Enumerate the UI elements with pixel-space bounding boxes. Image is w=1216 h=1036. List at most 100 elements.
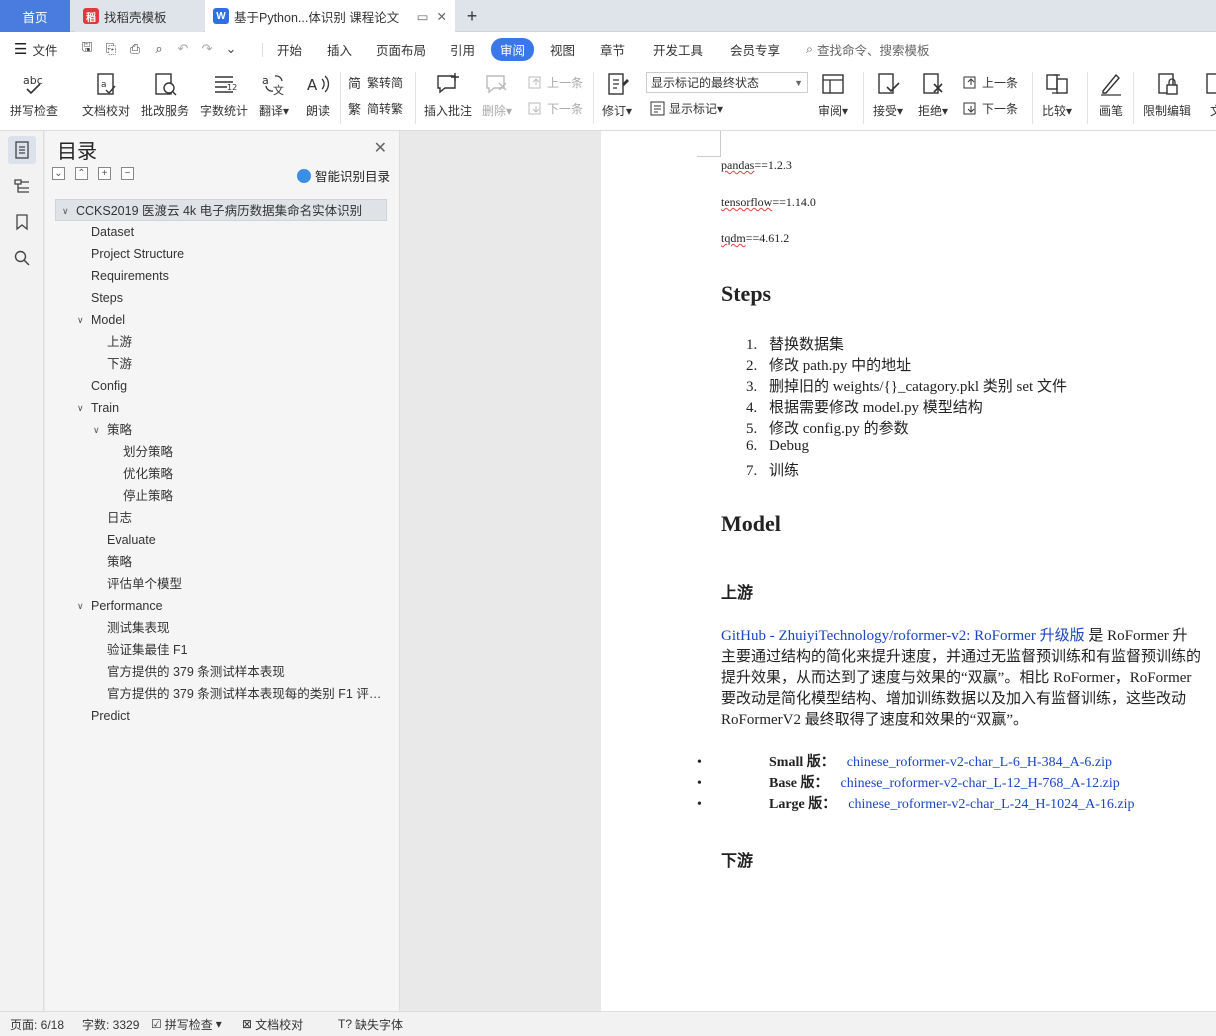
delete-comment-button[interactable]: 删除▾ bbox=[482, 70, 512, 119]
status-spell-check[interactable]: ☑ 拼写检查 ▾ bbox=[151, 1016, 222, 1033]
tab-home[interactable]: 首页 bbox=[0, 0, 70, 32]
menu-reference[interactable]: 引用 bbox=[450, 40, 475, 59]
revise-button[interactable]: 修订▾ bbox=[602, 70, 632, 119]
redo-icon[interactable]: ↷ bbox=[198, 40, 216, 58]
doc-check-button[interactable]: a 文档校对 bbox=[82, 70, 130, 119]
toc-item[interactable]: 上游 bbox=[55, 331, 387, 353]
toc-toggle-icon[interactable]: ∨ bbox=[77, 595, 84, 617]
toc-item[interactable]: 验证集最佳 F1 bbox=[55, 639, 387, 661]
doc-more-button[interactable]: 文 bbox=[1202, 70, 1216, 119]
bookmark-button[interactable] bbox=[8, 208, 36, 236]
review-service-button[interactable]: 批改服务 bbox=[141, 70, 189, 119]
close-tab-icon[interactable]: ✕ bbox=[437, 9, 447, 24]
new-tab-button[interactable]: + bbox=[460, 4, 484, 28]
word-count-button[interactable]: 12 字数统计 bbox=[200, 70, 248, 119]
menu-view[interactable]: 视图 bbox=[550, 40, 575, 59]
read-aloud-button[interactable]: A 朗读 bbox=[304, 70, 332, 119]
toc-item[interactable]: Dataset bbox=[55, 221, 387, 243]
collapse-all-icon[interactable]: − bbox=[121, 167, 134, 180]
toc-item[interactable]: 测试集表现 bbox=[55, 617, 387, 639]
trad-to-simp-button[interactable]: 简 繁转简 bbox=[348, 74, 403, 91]
chapter-nav-button[interactable] bbox=[8, 172, 36, 200]
save-icon[interactable]: 🖫 bbox=[78, 39, 96, 58]
toc-item[interactable]: ∨ 策略 bbox=[55, 419, 387, 441]
status-doc-check[interactable]: ⊠ 文档校对 bbox=[242, 1016, 303, 1033]
close-icon[interactable]: ✕ bbox=[374, 138, 387, 158]
toc-item[interactable]: 官方提供的 379 条测试样本表现 bbox=[55, 661, 387, 683]
insert-comment-button[interactable]: 插入批注 bbox=[424, 70, 472, 119]
toc-item[interactable]: 停止策略 bbox=[55, 485, 387, 507]
menu-developer[interactable]: 开发工具 bbox=[653, 40, 703, 59]
document-page[interactable]: pandas==1.2.3 tensorflow==1.14.0 tqdm==4… bbox=[601, 131, 1216, 1011]
page-indicator[interactable]: 页面: 6/18 bbox=[10, 1016, 64, 1033]
version-download-link[interactable]: chinese_roformer-v2-char_L-24_H-1024_A-1… bbox=[848, 797, 1134, 812]
toc-item[interactable]: Predict bbox=[55, 705, 387, 727]
export-pdf-icon[interactable]: ⎘ bbox=[102, 40, 120, 58]
file-menu[interactable]: ☰ 文件 bbox=[14, 40, 57, 59]
customize-chevron-icon[interactable]: ⌄ bbox=[222, 40, 240, 58]
word-count-indicator[interactable]: 字数: 3329 bbox=[82, 1016, 139, 1033]
menu-layout[interactable]: 页面布局 bbox=[376, 40, 426, 59]
pin-icon[interactable]: ▭ bbox=[417, 9, 429, 24]
menu-review[interactable]: 审阅 bbox=[491, 37, 535, 61]
find-button[interactable] bbox=[8, 244, 36, 272]
chevron-down-icon: ▾ bbox=[215, 1017, 222, 1031]
toc-item[interactable]: Requirements bbox=[55, 265, 387, 287]
smart-toc-button[interactable]: 智能识别目录 bbox=[296, 166, 390, 185]
prev-change-button[interactable]: 上一条 bbox=[963, 74, 1018, 91]
toc-item[interactable]: 划分策略 bbox=[55, 441, 387, 463]
undo-icon[interactable]: ↶ bbox=[174, 40, 192, 58]
menu-chapter[interactable]: 章节 bbox=[600, 40, 625, 59]
print-icon[interactable]: ⎙ bbox=[126, 40, 144, 58]
restrict-edit-button[interactable]: 限制编辑 bbox=[1143, 70, 1191, 119]
translate-button[interactable]: a文 翻译▾ bbox=[259, 70, 289, 119]
status-missing-font[interactable]: T? 缺失字体 bbox=[338, 1016, 403, 1033]
review-pane-button[interactable]: 审阅▾ bbox=[818, 70, 848, 119]
compare-button[interactable]: 比较▾ bbox=[1042, 70, 1072, 119]
simp-to-trad-button[interactable]: 繁 简转繁 bbox=[348, 100, 403, 117]
toc-item[interactable]: 策略 bbox=[55, 551, 387, 573]
toc-toggle-icon[interactable]: ∨ bbox=[77, 309, 84, 331]
accept-button[interactable]: 接受▾ bbox=[873, 70, 903, 119]
toc-item[interactable]: 下游 bbox=[55, 353, 387, 375]
toc-item[interactable]: Config bbox=[55, 375, 387, 397]
toc-item[interactable]: 日志 bbox=[55, 507, 387, 529]
menu-member[interactable]: 会员专享 bbox=[730, 40, 780, 59]
markup-state-select[interactable]: 显示标记的最终状态 ▼ bbox=[646, 72, 808, 93]
expand-all-icon[interactable]: + bbox=[98, 167, 111, 180]
toc-item[interactable]: 优化策略 bbox=[55, 463, 387, 485]
tab-template[interactable]: 稻 找稻壳模板 bbox=[75, 0, 203, 32]
prev-comment-button[interactable]: 上一条 bbox=[528, 74, 583, 91]
toc-item[interactable]: 官方提供的 379 条测试样本表现每的类别 F1 评… bbox=[55, 683, 387, 705]
command-search[interactable]: ⌕ 查找命令、搜索模板 bbox=[806, 40, 930, 59]
toc-item[interactable]: ∨ Performance bbox=[55, 595, 387, 617]
spell-check-button[interactable]: abc 拼写检查 bbox=[10, 70, 58, 119]
expand-level-icon[interactable]: ⌃ bbox=[75, 167, 88, 180]
toc-item[interactable]: ∨ CCKS2019 医渡云 4k 电子病历数据集命名实体识别 bbox=[55, 199, 387, 221]
version-download-link[interactable]: chinese_roformer-v2-char_L-12_H-768_A-12… bbox=[841, 776, 1120, 791]
version-download-link[interactable]: chinese_roformer-v2-char_L-6_H-384_A-6.z… bbox=[847, 755, 1112, 770]
toc-item[interactable]: 评估单个模型 bbox=[55, 573, 387, 595]
toc-toggle-icon[interactable]: ∨ bbox=[77, 397, 84, 419]
reject-button[interactable]: 拒绝▾ bbox=[918, 70, 948, 119]
toc-item[interactable]: ∨ Model bbox=[55, 309, 387, 331]
trad-to-simp-label: 繁转简 bbox=[367, 76, 404, 90]
toc-item[interactable]: ∨ Train bbox=[55, 397, 387, 419]
toc-item[interactable]: Project Structure bbox=[55, 243, 387, 265]
next-change-button[interactable]: 下一条 bbox=[963, 100, 1018, 117]
next-comment-button[interactable]: 下一条 bbox=[528, 100, 583, 117]
next-change-icon bbox=[963, 102, 976, 114]
roformer-github-link[interactable]: GitHub - ZhuiyiTechnology/roformer-v2: R… bbox=[721, 628, 1085, 644]
toc-toggle-icon[interactable]: ∨ bbox=[62, 200, 69, 220]
print-preview-icon[interactable]: ⌕ bbox=[150, 40, 168, 58]
toc-toggle-icon[interactable]: ∨ bbox=[93, 419, 100, 441]
show-markup-button[interactable]: 显示标记▾ bbox=[650, 100, 723, 117]
pen-button[interactable]: 画笔 bbox=[1097, 70, 1125, 119]
menu-start[interactable]: 开始 bbox=[277, 40, 302, 59]
menu-insert[interactable]: 插入 bbox=[327, 40, 352, 59]
toc-item[interactable]: Evaluate bbox=[55, 529, 387, 551]
toc-panel-button[interactable] bbox=[8, 136, 36, 164]
tab-document[interactable]: W 基于Python...体识别 课程论文 ▭ ✕ bbox=[205, 0, 455, 32]
collapse-level-icon[interactable]: ⌄ bbox=[52, 167, 65, 180]
toc-item[interactable]: Steps bbox=[55, 287, 387, 309]
